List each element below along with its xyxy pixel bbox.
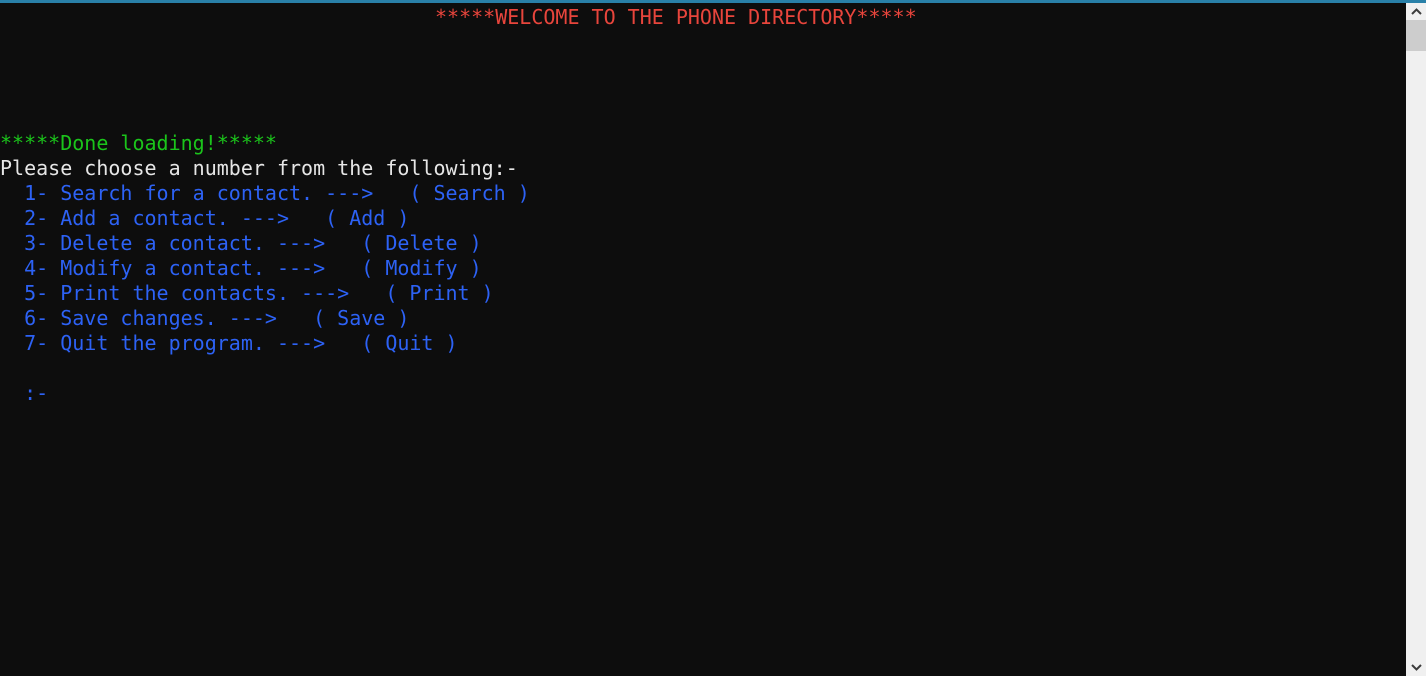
- command-input-prompt[interactable]: :-: [0, 381, 48, 406]
- terminal-window: *****WELCOME TO THE PHONE DIRECTORY*****…: [0, 0, 1426, 676]
- scroll-up-button[interactable]: [1406, 3, 1426, 20]
- menu-item-modify[interactable]: 4- Modify a contact. ---> ( Modify ): [0, 256, 530, 281]
- chevron-down-icon: [1410, 664, 1422, 671]
- chevron-up-icon: [1410, 8, 1422, 15]
- main-menu: 1- Search for a contact. ---> ( Search )…: [0, 181, 530, 356]
- vertical-scrollbar[interactable]: [1406, 3, 1426, 676]
- menu-item-delete[interactable]: 3- Delete a contact. ---> ( Delete ): [0, 231, 530, 256]
- menu-item-print[interactable]: 5- Print the contacts. ---> ( Print ): [0, 281, 530, 306]
- done-loading-status: *****Done loading!*****: [0, 131, 277, 155]
- menu-item-quit[interactable]: 7- Quit the program. ---> ( Quit ): [0, 331, 530, 356]
- scroll-down-button[interactable]: [1406, 659, 1426, 676]
- menu-item-add[interactable]: 2- Add a contact. ---> ( Add ): [0, 206, 530, 231]
- menu-item-save[interactable]: 6- Save changes. ---> ( Save ): [0, 306, 530, 331]
- console-output-area[interactable]: *****WELCOME TO THE PHONE DIRECTORY*****…: [0, 3, 1406, 676]
- menu-item-search[interactable]: 1- Search for a contact. ---> ( Search ): [0, 181, 530, 206]
- window-accent-strip: [0, 0, 1426, 3]
- welcome-title: *****WELCOME TO THE PHONE DIRECTORY*****: [435, 5, 917, 29]
- scrollbar-thumb[interactable]: [1406, 20, 1426, 51]
- choose-number-prompt: Please choose a number from the followin…: [0, 156, 518, 180]
